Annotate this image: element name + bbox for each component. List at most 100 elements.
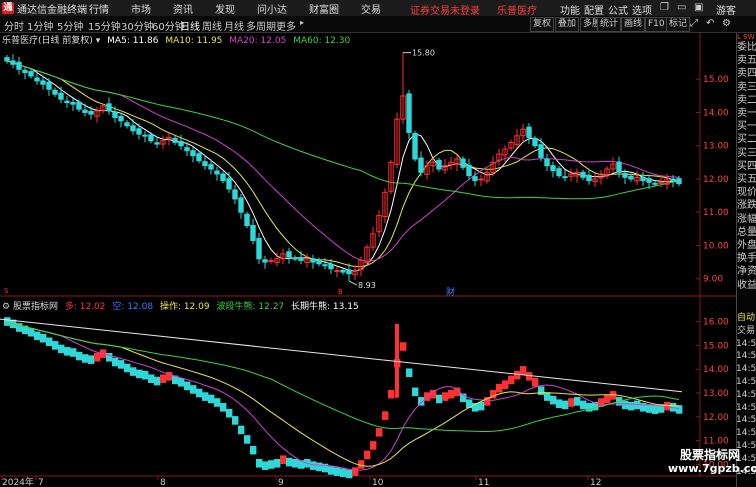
candle-body [418, 157, 424, 173]
candle-body [586, 174, 592, 182]
price-tick-label: 11.00 [703, 208, 729, 218]
trade-label[interactable]: 交易 [736, 325, 756, 338]
indicator-block [400, 342, 407, 351]
sidebar-item-netasset[interactable]: 净资 [737, 265, 756, 278]
candle-body [118, 115, 124, 122]
ma20-line [6, 60, 680, 262]
candle-body [562, 176, 568, 179]
sub-price-tick-label: 11.00 [703, 437, 729, 447]
indicator-block [406, 368, 413, 378]
date-tick-label: 7 [38, 478, 44, 487]
sidebar-item-pct[interactable]: 涨幅 [737, 213, 756, 226]
indicator-block [382, 411, 389, 420]
indicator-block [178, 377, 185, 387]
candle-body [406, 93, 412, 133]
candle-body [646, 178, 652, 183]
watermark: 股票指标网 www.7gpzb.com [668, 448, 756, 476]
indicator-block [244, 435, 251, 444]
trade-time: 14:50 [736, 415, 756, 426]
date-tick-label: 2024年 [2, 476, 34, 487]
auto-label[interactable]: 自动 [736, 312, 756, 325]
indicator-block [370, 441, 377, 450]
sidebar-item-turnover[interactable]: 换手 [737, 252, 756, 265]
chart-canvas[interactable]: 15.80 8.93 财 S B 15.00 14.00 13.00 12.00 11.00 10… [0, 0, 756, 487]
candle-body [322, 264, 328, 267]
ma5-value: MA5: 11.86 [107, 36, 159, 46]
sidebar-item-sell1[interactable]: 卖一 [737, 107, 756, 120]
candle-body [82, 109, 88, 113]
ma60-line [6, 60, 680, 200]
indicator-block [250, 445, 257, 455]
sidebar-item-sell5[interactable]: 卖五 [737, 54, 756, 67]
candle-body [298, 257, 304, 261]
ma10-value: MA10: 11.95 [165, 36, 223, 46]
watermark-url: www.7gpzb.com [668, 462, 756, 475]
sidebar-item-price[interactable]: 现价 [737, 186, 756, 199]
indicator-block [202, 392, 209, 401]
sidebar-item-buy2[interactable]: 买二 [737, 133, 756, 146]
indicator-block [580, 400, 587, 410]
low-label: 8.93 [358, 281, 376, 290]
indicator-block [184, 381, 191, 391]
sidebar-item-volume[interactable]: 总量 [737, 226, 756, 239]
price-tick-label: 14.00 [703, 108, 729, 118]
sub-yellow-line [6, 322, 680, 467]
sidebar-item-sell2[interactable]: 卖二 [737, 94, 756, 107]
indicator-block [652, 405, 659, 414]
sidebar-item-buy1[interactable]: 买一 [737, 120, 756, 133]
indicator-block [478, 401, 485, 411]
sidebar-item-outer[interactable]: 外盘 [737, 239, 756, 252]
candle-body [154, 142, 160, 145]
indicator-block [130, 367, 137, 376]
indicator-block [232, 416, 239, 425]
indicator-block [520, 366, 527, 375]
candle-body [172, 137, 178, 143]
sidebar-item-change[interactable]: 涨跌 [737, 199, 756, 212]
indicator-block [442, 392, 449, 401]
sidebar-item-sell3[interactable]: 卖三 [737, 81, 756, 94]
sub-price-tick-label: 13.00 [703, 389, 729, 399]
indicator-block [160, 374, 167, 383]
candle-body [328, 263, 334, 270]
indicator-gear-icon[interactable]: ⚙ [2, 302, 10, 312]
indicator-block [496, 383, 503, 393]
indicator-block [388, 389, 395, 399]
indicator-block [46, 337, 53, 347]
date-tick-label: 11 [478, 478, 489, 487]
candle-body [184, 147, 190, 152]
candle-body [76, 101, 82, 110]
candle-body [136, 128, 142, 135]
candle-body [334, 269, 340, 272]
candle-body [244, 213, 250, 227]
indicator-block [136, 369, 143, 379]
dropdown-icon[interactable]: ▾ [96, 36, 101, 46]
sidebar-item-buy4[interactable]: 买四 [737, 160, 756, 173]
sidebar-item-buy3[interactable]: 买三 [737, 147, 756, 160]
indicator-block [514, 370, 521, 380]
candle-body [148, 134, 154, 142]
s-marker: S [4, 287, 9, 295]
sidebar-item-weibi[interactable]: 委比 [737, 41, 756, 54]
indicator-block [328, 466, 335, 475]
trade-time: 14:50 [736, 364, 756, 375]
price-tick-label: 10.00 [703, 241, 729, 251]
sidebar-tag-icon: L SW [737, 33, 755, 41]
indicator-block [556, 399, 563, 409]
indicator-block [628, 401, 635, 411]
indicator-block [334, 467, 341, 476]
sidebar-item-eps[interactable]: 收益 [737, 279, 756, 292]
candle-body [112, 111, 118, 118]
price-tick-label: 9.00 [703, 275, 723, 285]
sidebar-item-sell4[interactable]: 卖四 [737, 67, 756, 80]
date-tick-label: 12 [590, 478, 601, 487]
candle-body [538, 144, 544, 158]
date-tick-label: 10 [372, 478, 384, 487]
sub-chart-info: ⚙ 股票指标网 多: 12.02 空: 12.08 操作: 12.09 波段牛熊… [2, 299, 359, 312]
finance-marker: 财 [446, 286, 455, 298]
trade-time: 14:50 [736, 389, 756, 400]
indicator-block [502, 380, 509, 389]
indicator-block [622, 400, 629, 410]
candle-body [640, 176, 646, 182]
indicator-block [190, 385, 197, 394]
sidebar-item-buy5[interactable]: 买五 [737, 173, 756, 186]
